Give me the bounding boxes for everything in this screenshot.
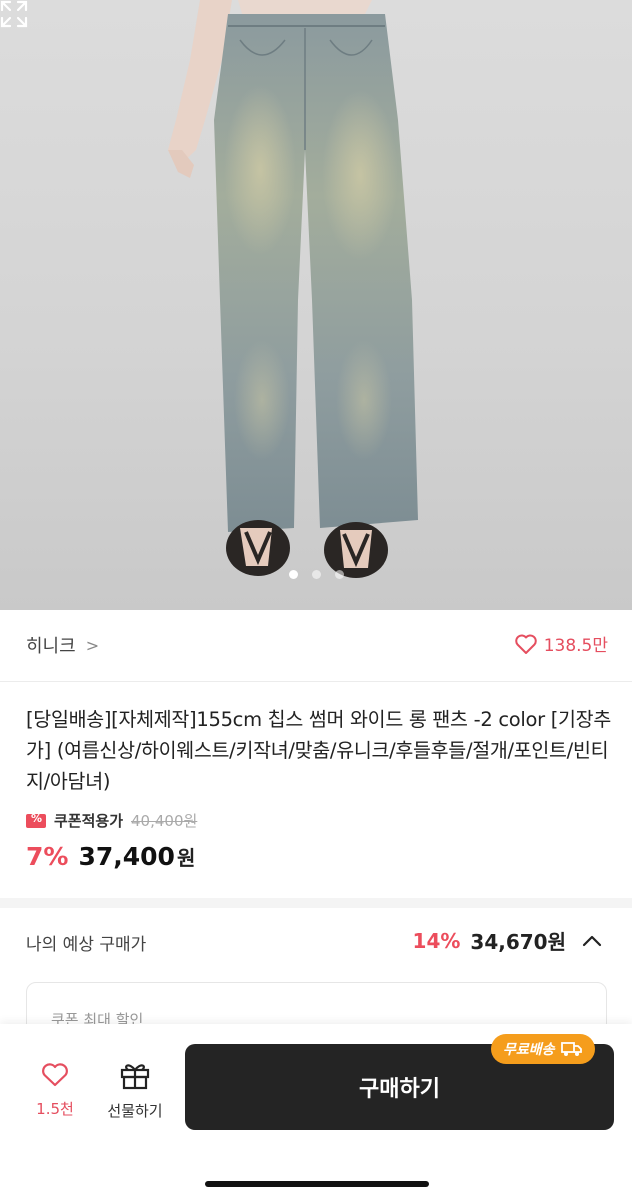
expected-price-value: 14% 34,670원 <box>413 926 602 955</box>
chevron-up-icon[interactable] <box>582 935 602 947</box>
expand-icon[interactable] <box>0 0 28 28</box>
coupon-icon <box>26 812 46 828</box>
home-indicator <box>205 1181 429 1187</box>
sale-price: 37,400 <box>78 842 175 871</box>
chevron-right-icon: > <box>85 635 100 655</box>
price-row: 7% 37,400 원 <box>26 842 195 871</box>
brand-link[interactable]: 히니크 > <box>26 632 99 658</box>
brand-row: 히니크 > 138.5만 <box>0 610 632 682</box>
carousel-dot[interactable] <box>334 570 344 579</box>
gift-button[interactable]: 선물하기 <box>100 1060 170 1121</box>
heart-outline-icon <box>514 634 537 654</box>
product-photo <box>168 0 418 578</box>
free-shipping-label: 무료배송 <box>503 1042 555 1058</box>
expected-price-label: 나의 예상 구매가 <box>26 935 147 955</box>
carousel-dot[interactable] <box>311 570 321 579</box>
wishlist-button[interactable]: 1.5천 <box>25 1062 85 1119</box>
coupon-price-row: 쿠폰적용가 40,400원 <box>26 810 197 831</box>
heart-outline-icon <box>42 1063 68 1087</box>
buy-button-label: 구매하기 <box>359 1077 440 1102</box>
expected-discount-rate: 14% <box>412 928 461 953</box>
expected-price: 34,670원 <box>470 930 566 954</box>
wishlist-count: 1.5천 <box>36 1100 74 1118</box>
carousel-indicator <box>0 570 632 579</box>
discount-rate: 7% <box>26 842 69 871</box>
bottom-action-bar: 1.5천 선물하기 구매하기 무료배송 <box>0 1024 632 1200</box>
gift-label: 선물하기 <box>107 1102 163 1120</box>
gift-icon <box>120 1064 150 1090</box>
free-shipping-badge: 무료배송 <box>491 1034 595 1064</box>
coupon-label: 쿠폰적용가 <box>54 812 124 830</box>
product-title: [당일배송][자체제작]155cm 칩스 썸머 와이드 롱 팬츠 -2 colo… <box>26 708 611 793</box>
like-count: 138.5만 <box>543 636 608 656</box>
like-count-button[interactable]: 138.5만 <box>514 631 608 656</box>
truck-icon <box>560 1042 582 1056</box>
expected-price-toggle[interactable]: 나의 예상 구매가 14% 34,670원 <box>0 908 632 974</box>
price-unit: 원 <box>176 846 196 870</box>
original-price: 40,400원 <box>131 812 198 830</box>
carousel-dot[interactable] <box>288 570 298 579</box>
product-image-carousel[interactable] <box>0 0 632 610</box>
section-divider <box>0 898 632 908</box>
brand-name: 히니크 <box>26 636 76 657</box>
